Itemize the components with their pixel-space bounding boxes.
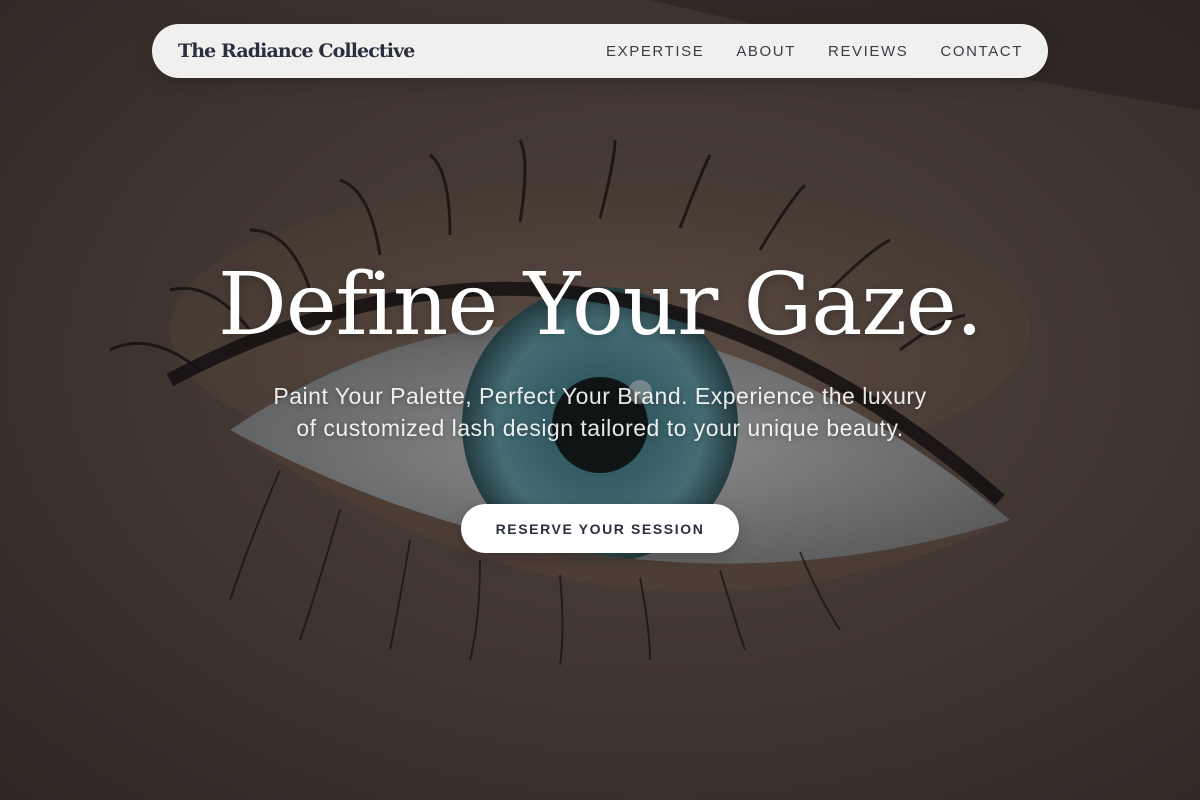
hero-subtitle: Paint Your Palette, Perfect Your Brand. … [273,383,927,441]
hero-title: Define Your Gaze. [217,255,983,355]
nav-link-about[interactable]: ABOUT [736,43,796,60]
reserve-session-button[interactable]: RESERVE YOUR SESSION [461,504,739,553]
hero-section: The Radiance Collective EXPERTISE ABOUT … [0,0,1200,800]
nav-link-expertise[interactable]: EXPERTISE [606,43,704,60]
top-navbar: The Radiance Collective EXPERTISE ABOUT … [152,24,1048,78]
nav-link-contact[interactable]: CONTACT [940,43,1023,60]
brand-logo[interactable]: The Radiance Collective [178,40,415,62]
nav-link-reviews[interactable]: REVIEWS [828,43,908,60]
nav-links: EXPERTISE ABOUT REVIEWS CONTACT [606,43,1023,60]
